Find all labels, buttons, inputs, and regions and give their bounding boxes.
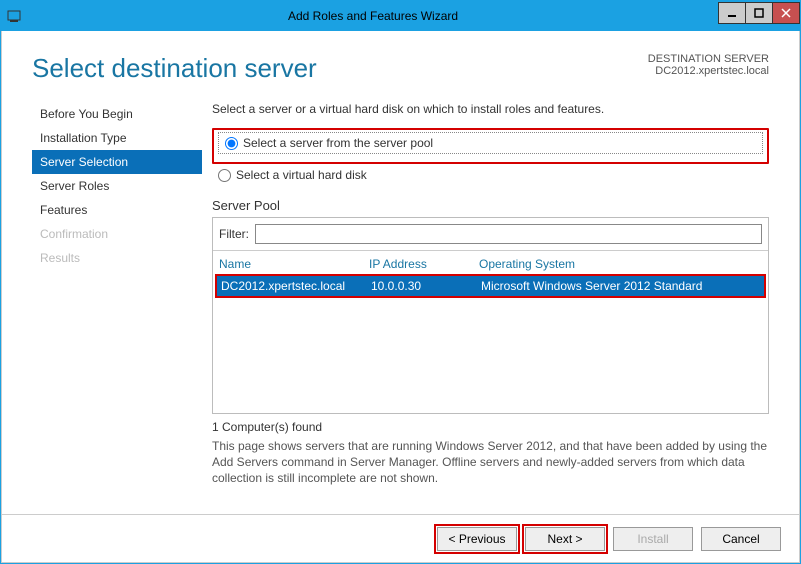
table-row[interactable]: DC2012.xpertstec.local 10.0.0.30 Microso… bbox=[217, 276, 764, 296]
footer-buttons: < Previous Next > Install Cancel bbox=[2, 514, 799, 562]
table-header: Name IP Address Operating System bbox=[213, 251, 768, 274]
sidebar-item-installation-type[interactable]: Installation Type bbox=[32, 126, 202, 150]
col-header-ip[interactable]: IP Address bbox=[369, 257, 479, 271]
sidebar-item-results: Results bbox=[32, 246, 202, 270]
table-body-highlighted: DC2012.xpertstec.local 10.0.0.30 Microso… bbox=[215, 274, 766, 298]
next-button[interactable]: Next > bbox=[525, 527, 605, 551]
minimize-button[interactable] bbox=[718, 2, 746, 24]
titlebar[interactable]: Add Roles and Features Wizard bbox=[1, 1, 800, 31]
destination-info: DESTINATION SERVER DC2012.xpertstec.loca… bbox=[648, 53, 769, 84]
computers-found-text: 1 Computer(s) found bbox=[212, 420, 769, 434]
server-pool-label: Server Pool bbox=[212, 198, 769, 213]
maximize-button[interactable] bbox=[745, 2, 773, 24]
close-button[interactable] bbox=[772, 2, 800, 24]
cancel-button[interactable]: Cancel bbox=[701, 527, 781, 551]
content-area: Select destination server DESTINATION SE… bbox=[1, 31, 800, 563]
sidebar-item-server-selection[interactable]: Server Selection bbox=[32, 150, 202, 174]
help-text: This page shows servers that are running… bbox=[212, 438, 769, 487]
radio-server-pool-input[interactable] bbox=[225, 137, 238, 150]
sidebar-item-before-you-begin[interactable]: Before You Begin bbox=[32, 102, 202, 126]
server-pool-box: Filter: Name IP Address Operating System… bbox=[212, 217, 769, 414]
destination-value: DC2012.xpertstec.local bbox=[648, 65, 769, 77]
cell-name: DC2012.xpertstec.local bbox=[221, 279, 371, 293]
radio-virtual-disk-label: Select a virtual hard disk bbox=[236, 168, 367, 182]
sidebar-item-server-roles[interactable]: Server Roles bbox=[32, 174, 202, 198]
window-title: Add Roles and Features Wizard bbox=[27, 9, 719, 23]
wizard-sidebar: Before You Begin Installation Type Serve… bbox=[32, 102, 202, 487]
col-header-os[interactable]: Operating System bbox=[479, 257, 762, 271]
radio-virtual-disk-input[interactable] bbox=[218, 169, 231, 182]
sidebar-item-confirmation: Confirmation bbox=[32, 222, 202, 246]
filter-label: Filter: bbox=[219, 227, 249, 241]
page-title: Select destination server bbox=[32, 53, 317, 84]
cell-ip: 10.0.0.30 bbox=[371, 279, 481, 293]
app-icon bbox=[1, 1, 27, 31]
sidebar-item-features[interactable]: Features bbox=[32, 198, 202, 222]
window-controls bbox=[719, 2, 800, 26]
destination-label: DESTINATION SERVER bbox=[648, 53, 769, 65]
wizard-window: Add Roles and Features Wizard Select des… bbox=[0, 0, 801, 564]
instruction-text: Select a server or a virtual hard disk o… bbox=[212, 102, 769, 116]
radio-server-pool-label: Select a server from the server pool bbox=[243, 136, 433, 150]
previous-button[interactable]: < Previous bbox=[437, 527, 517, 551]
radio-server-pool[interactable]: Select a server from the server pool bbox=[225, 134, 756, 152]
radio-group-highlighted: Select a server from the server pool bbox=[212, 128, 769, 164]
radio-virtual-disk[interactable]: Select a virtual hard disk bbox=[218, 166, 763, 184]
table-empty-space bbox=[213, 298, 768, 413]
cell-os: Microsoft Windows Server 2012 Standard bbox=[481, 279, 760, 293]
main-panel: Select a server or a virtual hard disk o… bbox=[202, 102, 769, 487]
install-button: Install bbox=[613, 527, 693, 551]
col-header-name[interactable]: Name bbox=[219, 257, 369, 271]
filter-input[interactable] bbox=[255, 224, 762, 244]
